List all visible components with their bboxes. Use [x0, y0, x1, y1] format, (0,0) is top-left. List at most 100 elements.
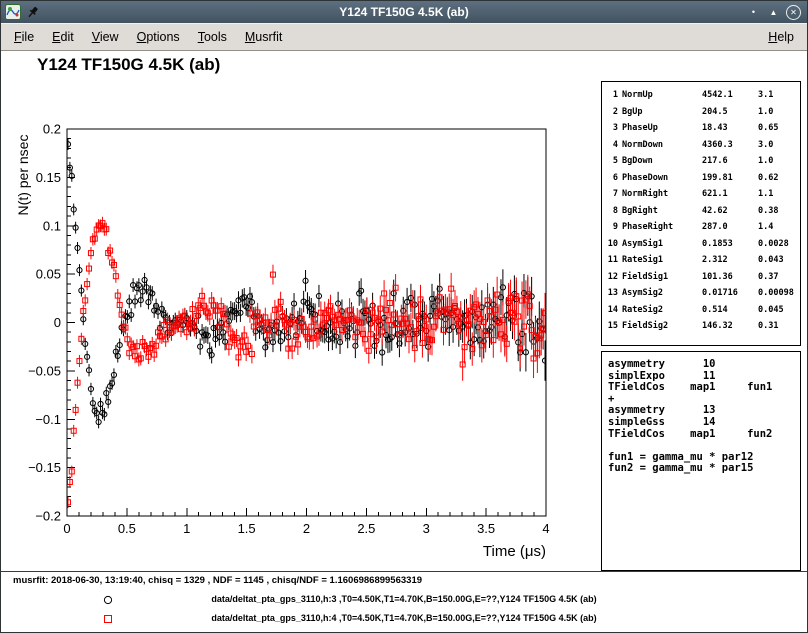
fit-info: musrfit: 2018-06-30, 13:19:40, chisq = 1…	[13, 575, 422, 586]
y-tick-label: 0.05	[36, 267, 61, 282]
x-tick-label: 0	[63, 521, 70, 536]
parameter-idx: 6	[606, 170, 622, 187]
footer-separator	[1, 571, 807, 572]
parameter-row-AsymSig1: 10AsymSig10.18530.0028	[606, 236, 800, 253]
parameter-name: RateSig1	[622, 252, 702, 269]
menu-item-options[interactable]: Options	[128, 24, 189, 50]
parameter-row-PhaseUp: 3PhaseUp18.430.65	[606, 120, 800, 137]
theory-line: simpleGss 14	[608, 417, 800, 429]
parameter-val: 4360.3	[702, 137, 758, 154]
x-tick-label: 4	[542, 521, 549, 536]
parameter-name: RateSig2	[622, 302, 702, 319]
parameter-idx: 13	[606, 285, 622, 302]
parameter-err: 0.31	[758, 318, 802, 335]
parameter-val: 217.6	[702, 153, 758, 170]
parameter-err: 0.65	[758, 120, 802, 137]
parameter-val: 4542.1	[702, 87, 758, 104]
parameter-idx: 1	[606, 87, 622, 104]
parameter-row-NormDown: 4NormDown4360.33.0	[606, 137, 800, 154]
series-circle	[65, 138, 547, 428]
parameter-idx: 4	[606, 137, 622, 154]
parameter-row-PhaseRight: 9PhaseRight287.01.4	[606, 219, 800, 236]
x-tick-label: 3	[423, 521, 430, 536]
app-window: Y124 TF150G 4.5K (ab) • ▲ ✕ FileEditView…	[0, 0, 808, 633]
theory-box: asymmetry 10simplExpo 11TFieldCos map1 f…	[601, 351, 801, 571]
x-tick-label: 3.5	[477, 521, 495, 536]
theory-line	[608, 440, 800, 452]
parameter-err: 0.38	[758, 203, 802, 220]
parameter-val: 0.1853	[702, 236, 758, 253]
parameter-row-BgUp: 2BgUp204.51.0	[606, 104, 800, 121]
parameter-row-BgDown: 5BgDown217.61.0	[606, 153, 800, 170]
close-button[interactable]: ✕	[786, 5, 801, 20]
parameter-val: 18.43	[702, 120, 758, 137]
parameter-val: 0.514	[702, 302, 758, 319]
parameter-err: 0.0028	[758, 236, 802, 253]
parameter-idx: 12	[606, 269, 622, 286]
y-tick-label: −0.15	[28, 460, 61, 475]
parameter-idx: 8	[606, 203, 622, 220]
parameter-name: BgRight	[622, 203, 702, 220]
parameter-err: 0.37	[758, 269, 802, 286]
menu-item-musrfit[interactable]: Musrfit	[236, 24, 292, 50]
parameter-err: 0.62	[758, 170, 802, 187]
parameter-val: 146.32	[702, 318, 758, 335]
x-axis-title: Time (μs)	[483, 543, 546, 560]
menu-item-tools[interactable]: Tools	[189, 24, 236, 50]
menu-items: FileEditViewOptionsToolsMusrfit	[5, 24, 291, 50]
x-tick-label: 2	[303, 521, 310, 536]
parameter-err: 1.4	[758, 219, 802, 236]
series-square	[65, 217, 547, 508]
parameter-err: 3.1	[758, 87, 802, 104]
parameter-row-AsymSig2: 13AsymSig20.017160.00098	[606, 285, 800, 302]
parameter-val: 204.5	[702, 104, 758, 121]
parameter-err: 0.00098	[758, 285, 802, 302]
parameter-name: PhaseDown	[622, 170, 702, 187]
y-tick-label: −0.1	[35, 412, 61, 427]
x-tick-label: 0.5	[118, 521, 136, 536]
window-title: Y124 TF150G 4.5K (ab)	[1, 1, 807, 23]
parameter-row-FieldSig2: 15FieldSig2146.320.31	[606, 318, 800, 335]
parameter-name: AsymSig1	[622, 236, 702, 253]
main-canvas: Y124 TF150G 4.5K (ab) 00.511.522.533.54−…	[1, 51, 807, 633]
parameter-name: NormUp	[622, 87, 702, 104]
maximize-icon: ▲	[770, 5, 778, 20]
parameter-name: NormDown	[622, 137, 702, 154]
close-icon: ✕	[790, 5, 797, 20]
y-tick-label: 0.2	[43, 122, 61, 137]
menu-item-edit[interactable]: Edit	[43, 24, 83, 50]
menu-item-file[interactable]: File	[5, 24, 43, 50]
legend-row-1: data/deltat_pta_gps_3110,h:3 ,T0=4.50K,T…	[1, 590, 807, 609]
parameter-row-RateSig2: 14RateSig20.5140.045	[606, 302, 800, 319]
titlebar[interactable]: Y124 TF150G 4.5K (ab) • ▲ ✕	[1, 1, 807, 23]
parameter-idx: 5	[606, 153, 622, 170]
parameter-val: 2.312	[702, 252, 758, 269]
plot-canvas[interactable]: 00.511.522.533.54−0.2−0.15−0.1−0.0500.05…	[1, 87, 591, 587]
theory-line: TFieldCos map1 fun2	[608, 429, 800, 441]
app-icon[interactable]	[5, 4, 21, 20]
parameter-idx: 15	[606, 318, 622, 335]
parameter-idx: 14	[606, 302, 622, 319]
parameter-err: 1.0	[758, 153, 802, 170]
pin-icon[interactable]	[26, 5, 40, 19]
x-tick-label: 1	[183, 521, 190, 536]
parameter-row-FieldSig1: 12FieldSig1101.360.37	[606, 269, 800, 286]
parameter-err: 0.043	[758, 252, 802, 269]
parameter-row-NormRight: 7NormRight621.11.1	[606, 186, 800, 203]
menu-item-view[interactable]: View	[83, 24, 128, 50]
y-tick-label: 0.1	[43, 218, 61, 233]
data-series	[65, 138, 547, 508]
parameter-val: 621.1	[702, 186, 758, 203]
parameter-err: 0.045	[758, 302, 802, 319]
parameter-idx: 3	[606, 120, 622, 137]
parameter-idx: 2	[606, 104, 622, 121]
parameter-val: 0.01716	[702, 285, 758, 302]
parameter-val: 287.0	[702, 219, 758, 236]
legend-row-2: data/deltat_pta_gps_3110,h:4 ,T0=4.50K,T…	[1, 609, 807, 628]
maximize-button[interactable]: ▲	[766, 5, 781, 20]
sticky-button[interactable]: •	[746, 5, 761, 20]
plot-title: Y124 TF150G 4.5K (ab)	[37, 55, 220, 75]
menu-item-help[interactable]: Help	[759, 24, 803, 50]
parameter-val: 101.36	[702, 269, 758, 286]
parameter-idx: 9	[606, 219, 622, 236]
